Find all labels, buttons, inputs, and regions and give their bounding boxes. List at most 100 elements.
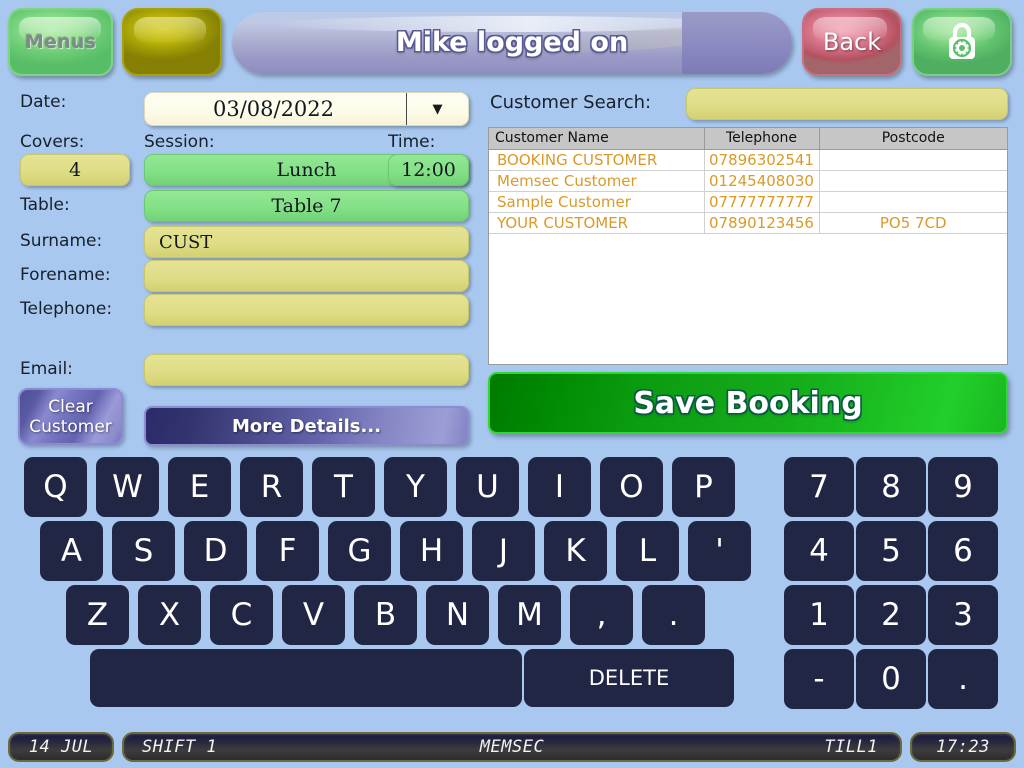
- status-date-text: 14 JUL: [28, 737, 94, 757]
- date-field[interactable]: 03/08/2022 ▼: [144, 92, 469, 126]
- lock-button[interactable]: [912, 8, 1012, 76]
- key-n[interactable]: N: [426, 585, 489, 645]
- numpad-key-period[interactable]: .: [928, 649, 998, 709]
- key-label: Y: [406, 469, 425, 505]
- customer-search-input[interactable]: [686, 88, 1008, 120]
- cell-name: BOOKING CUSTOMER: [489, 149, 705, 171]
- key-label: V: [302, 597, 325, 633]
- email-input[interactable]: [144, 354, 469, 386]
- numpad-key-2[interactable]: 2: [856, 585, 926, 645]
- numpad-key-5[interactable]: 5: [856, 521, 926, 581]
- key-label: E: [189, 469, 210, 505]
- key-label: 5: [881, 533, 901, 569]
- key-x[interactable]: X: [138, 585, 201, 645]
- key-c[interactable]: C: [210, 585, 273, 645]
- telephone-input[interactable]: [144, 294, 469, 326]
- key-m[interactable]: M: [498, 585, 561, 645]
- numpad-key-4[interactable]: 4: [784, 521, 854, 581]
- status-date-display: 14 JUL: [8, 732, 114, 762]
- key-label: O: [619, 469, 644, 505]
- key-z[interactable]: Z: [66, 585, 129, 645]
- numpad-key-9[interactable]: 9: [928, 457, 998, 517]
- cell-name: Memsec Customer: [489, 170, 705, 192]
- numpad-key-6[interactable]: 6: [928, 521, 998, 581]
- key-label: N: [445, 597, 470, 633]
- table-row[interactable]: Memsec Customer 01245408030: [489, 170, 1007, 192]
- table-row[interactable]: BOOKING CUSTOMER 07896302541: [489, 149, 1007, 171]
- table-row[interactable]: Sample Customer 07777777777: [489, 191, 1007, 213]
- back-button[interactable]: Back: [802, 8, 902, 76]
- key-label: H: [419, 533, 444, 569]
- key-delete[interactable]: DELETE: [524, 649, 734, 707]
- key-label: 0: [881, 661, 901, 697]
- clear-customer-label-line2: Customer: [29, 416, 112, 437]
- chevron-down-icon[interactable]: ▼: [406, 93, 468, 125]
- key-period[interactable]: .: [642, 585, 705, 645]
- key-k[interactable]: K: [544, 521, 607, 581]
- numpad-key-0[interactable]: 0: [856, 649, 926, 709]
- time-field[interactable]: 12:00: [388, 154, 469, 186]
- table-row[interactable]: YOUR CUSTOMER 07890123456 PO5 7CD: [489, 212, 1007, 234]
- time-value: 12:00: [401, 159, 456, 181]
- numpad-key-8[interactable]: 8: [856, 457, 926, 517]
- title-banner: Mike logged on: [232, 12, 792, 74]
- time-label: Time:: [388, 132, 436, 152]
- key-i[interactable]: I: [528, 457, 591, 517]
- cell-telephone: 07890123456: [704, 212, 820, 234]
- key-label: F: [278, 533, 297, 569]
- save-booking-button[interactable]: Save Booking: [488, 372, 1008, 434]
- key-label: R: [260, 469, 283, 505]
- clear-customer-label-line1: Clear: [48, 396, 93, 417]
- date-value: 03/08/2022: [212, 97, 335, 121]
- key-o[interactable]: O: [600, 457, 663, 517]
- key-t[interactable]: T: [312, 457, 375, 517]
- customer-search-label: Customer Search:: [490, 92, 652, 113]
- numpad-key-7[interactable]: 7: [784, 457, 854, 517]
- key-label: L: [638, 533, 657, 569]
- numpad-key-minus[interactable]: -: [784, 649, 854, 709]
- table-value: Table 7: [271, 195, 342, 217]
- forename-input[interactable]: [144, 260, 469, 292]
- key-g[interactable]: G: [328, 521, 391, 581]
- key-s[interactable]: S: [112, 521, 175, 581]
- customer-results-table[interactable]: Customer Name Telephone Postcode BOOKING…: [488, 127, 1008, 365]
- key-b[interactable]: B: [354, 585, 417, 645]
- key-comma[interactable]: ,: [570, 585, 633, 645]
- key-p[interactable]: P: [672, 457, 735, 517]
- key-label: .: [668, 597, 679, 633]
- more-details-button[interactable]: More Details...: [144, 406, 469, 446]
- key-y[interactable]: Y: [384, 457, 447, 517]
- key-apostrophe[interactable]: ': [688, 521, 751, 581]
- padlock-icon: [949, 22, 975, 59]
- key-a[interactable]: A: [40, 521, 103, 581]
- menus-button[interactable]: Menus: [8, 8, 113, 76]
- key-w[interactable]: W: [96, 457, 159, 517]
- key-d[interactable]: D: [184, 521, 247, 581]
- key-h[interactable]: H: [400, 521, 463, 581]
- numpad-key-1[interactable]: 1: [784, 585, 854, 645]
- session-label: Session:: [144, 132, 215, 152]
- cell-telephone: 07896302541: [704, 149, 820, 171]
- key-f[interactable]: F: [256, 521, 319, 581]
- key-space[interactable]: [90, 649, 522, 707]
- key-label: .: [958, 661, 968, 697]
- surname-input[interactable]: CUST: [144, 226, 469, 258]
- table-field[interactable]: Table 7: [144, 190, 469, 222]
- clear-customer-button[interactable]: Clear Customer: [18, 388, 123, 445]
- numpad-key-3[interactable]: 3: [928, 585, 998, 645]
- covers-field[interactable]: 4: [20, 154, 130, 186]
- cell-postcode: PO5 7CD: [819, 212, 1007, 234]
- key-u[interactable]: U: [456, 457, 519, 517]
- key-label: K: [565, 533, 586, 569]
- unlabeled-yellow-button[interactable]: [122, 8, 222, 76]
- telephone-label: Telephone:: [20, 299, 113, 319]
- key-j[interactable]: J: [472, 521, 535, 581]
- key-e[interactable]: E: [168, 457, 231, 517]
- key-v[interactable]: V: [282, 585, 345, 645]
- table-header-row: Customer Name Telephone Postcode: [489, 128, 1007, 150]
- key-label: A: [60, 533, 83, 569]
- key-label: ': [715, 533, 724, 569]
- key-l[interactable]: L: [616, 521, 679, 581]
- key-q[interactable]: Q: [24, 457, 87, 517]
- key-r[interactable]: R: [240, 457, 303, 517]
